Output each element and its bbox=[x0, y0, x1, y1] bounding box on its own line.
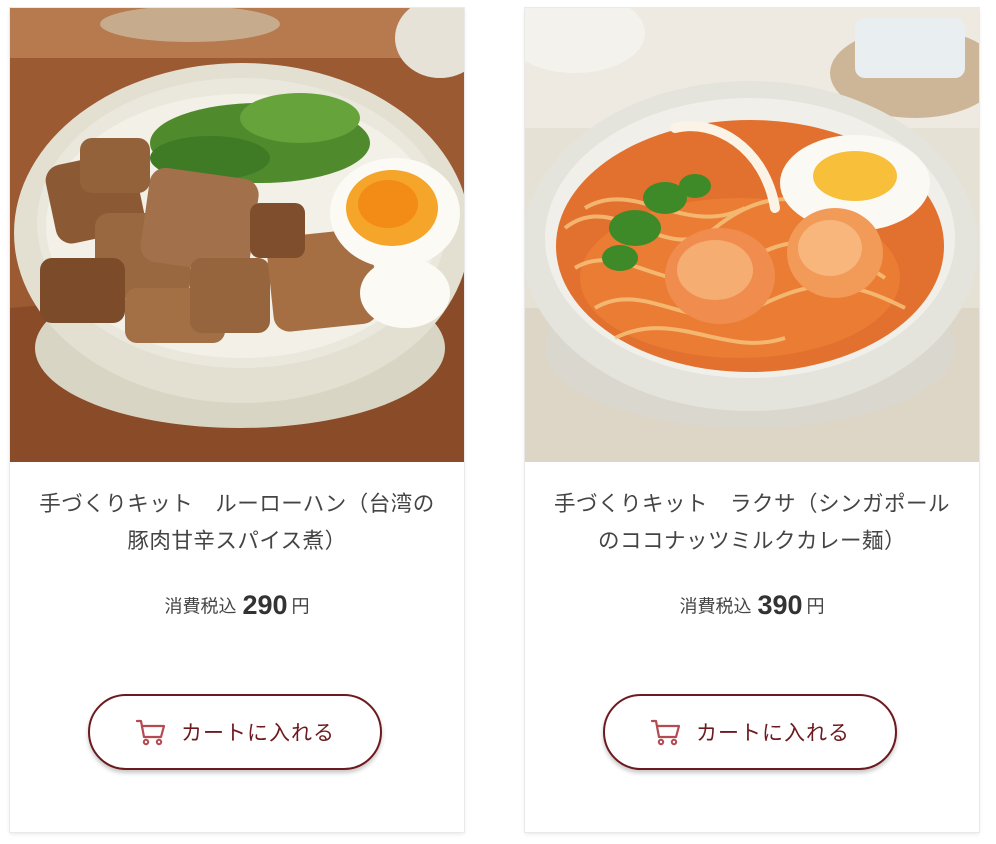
cart-icon bbox=[135, 719, 166, 746]
add-to-cart-label: カートに入れる bbox=[696, 721, 850, 745]
currency-unit: 円 bbox=[291, 596, 310, 618]
add-to-cart-label: カートに入れる bbox=[181, 721, 335, 745]
product-name[interactable]: 手づくりキット ラクサ（シンガポールのココナッツミルクカレー麺） bbox=[545, 486, 959, 560]
price-value: 290 bbox=[242, 590, 288, 620]
product-image-luroufan[interactable] bbox=[10, 8, 464, 462]
product-name[interactable]: 手づくりキット ルーローハン（台湾の豚肉甘辛スパイス煮） bbox=[30, 486, 444, 560]
product-price: 消費税込 390 円 bbox=[525, 590, 979, 621]
currency-unit: 円 bbox=[806, 596, 825, 618]
add-to-cart-button[interactable]: カートに入れる bbox=[88, 694, 382, 770]
tax-label: 消費税込 bbox=[679, 596, 752, 618]
product-card: 手づくりキット ルーローハン（台湾の豚肉甘辛スパイス煮） 消費税込 290 円 カー… bbox=[10, 8, 464, 832]
product-image-laksa[interactable] bbox=[525, 8, 979, 462]
add-to-cart-button[interactable]: カートに入れる bbox=[603, 694, 897, 770]
tax-label: 消費税込 bbox=[164, 596, 237, 618]
price-value: 390 bbox=[757, 590, 803, 620]
product-price: 消費税込 290 円 bbox=[10, 590, 464, 621]
cart-icon bbox=[650, 719, 681, 746]
product-card: 手づくりキット ラクサ（シンガポールのココナッツミルクカレー麺） 消費税込 390… bbox=[525, 8, 979, 832]
